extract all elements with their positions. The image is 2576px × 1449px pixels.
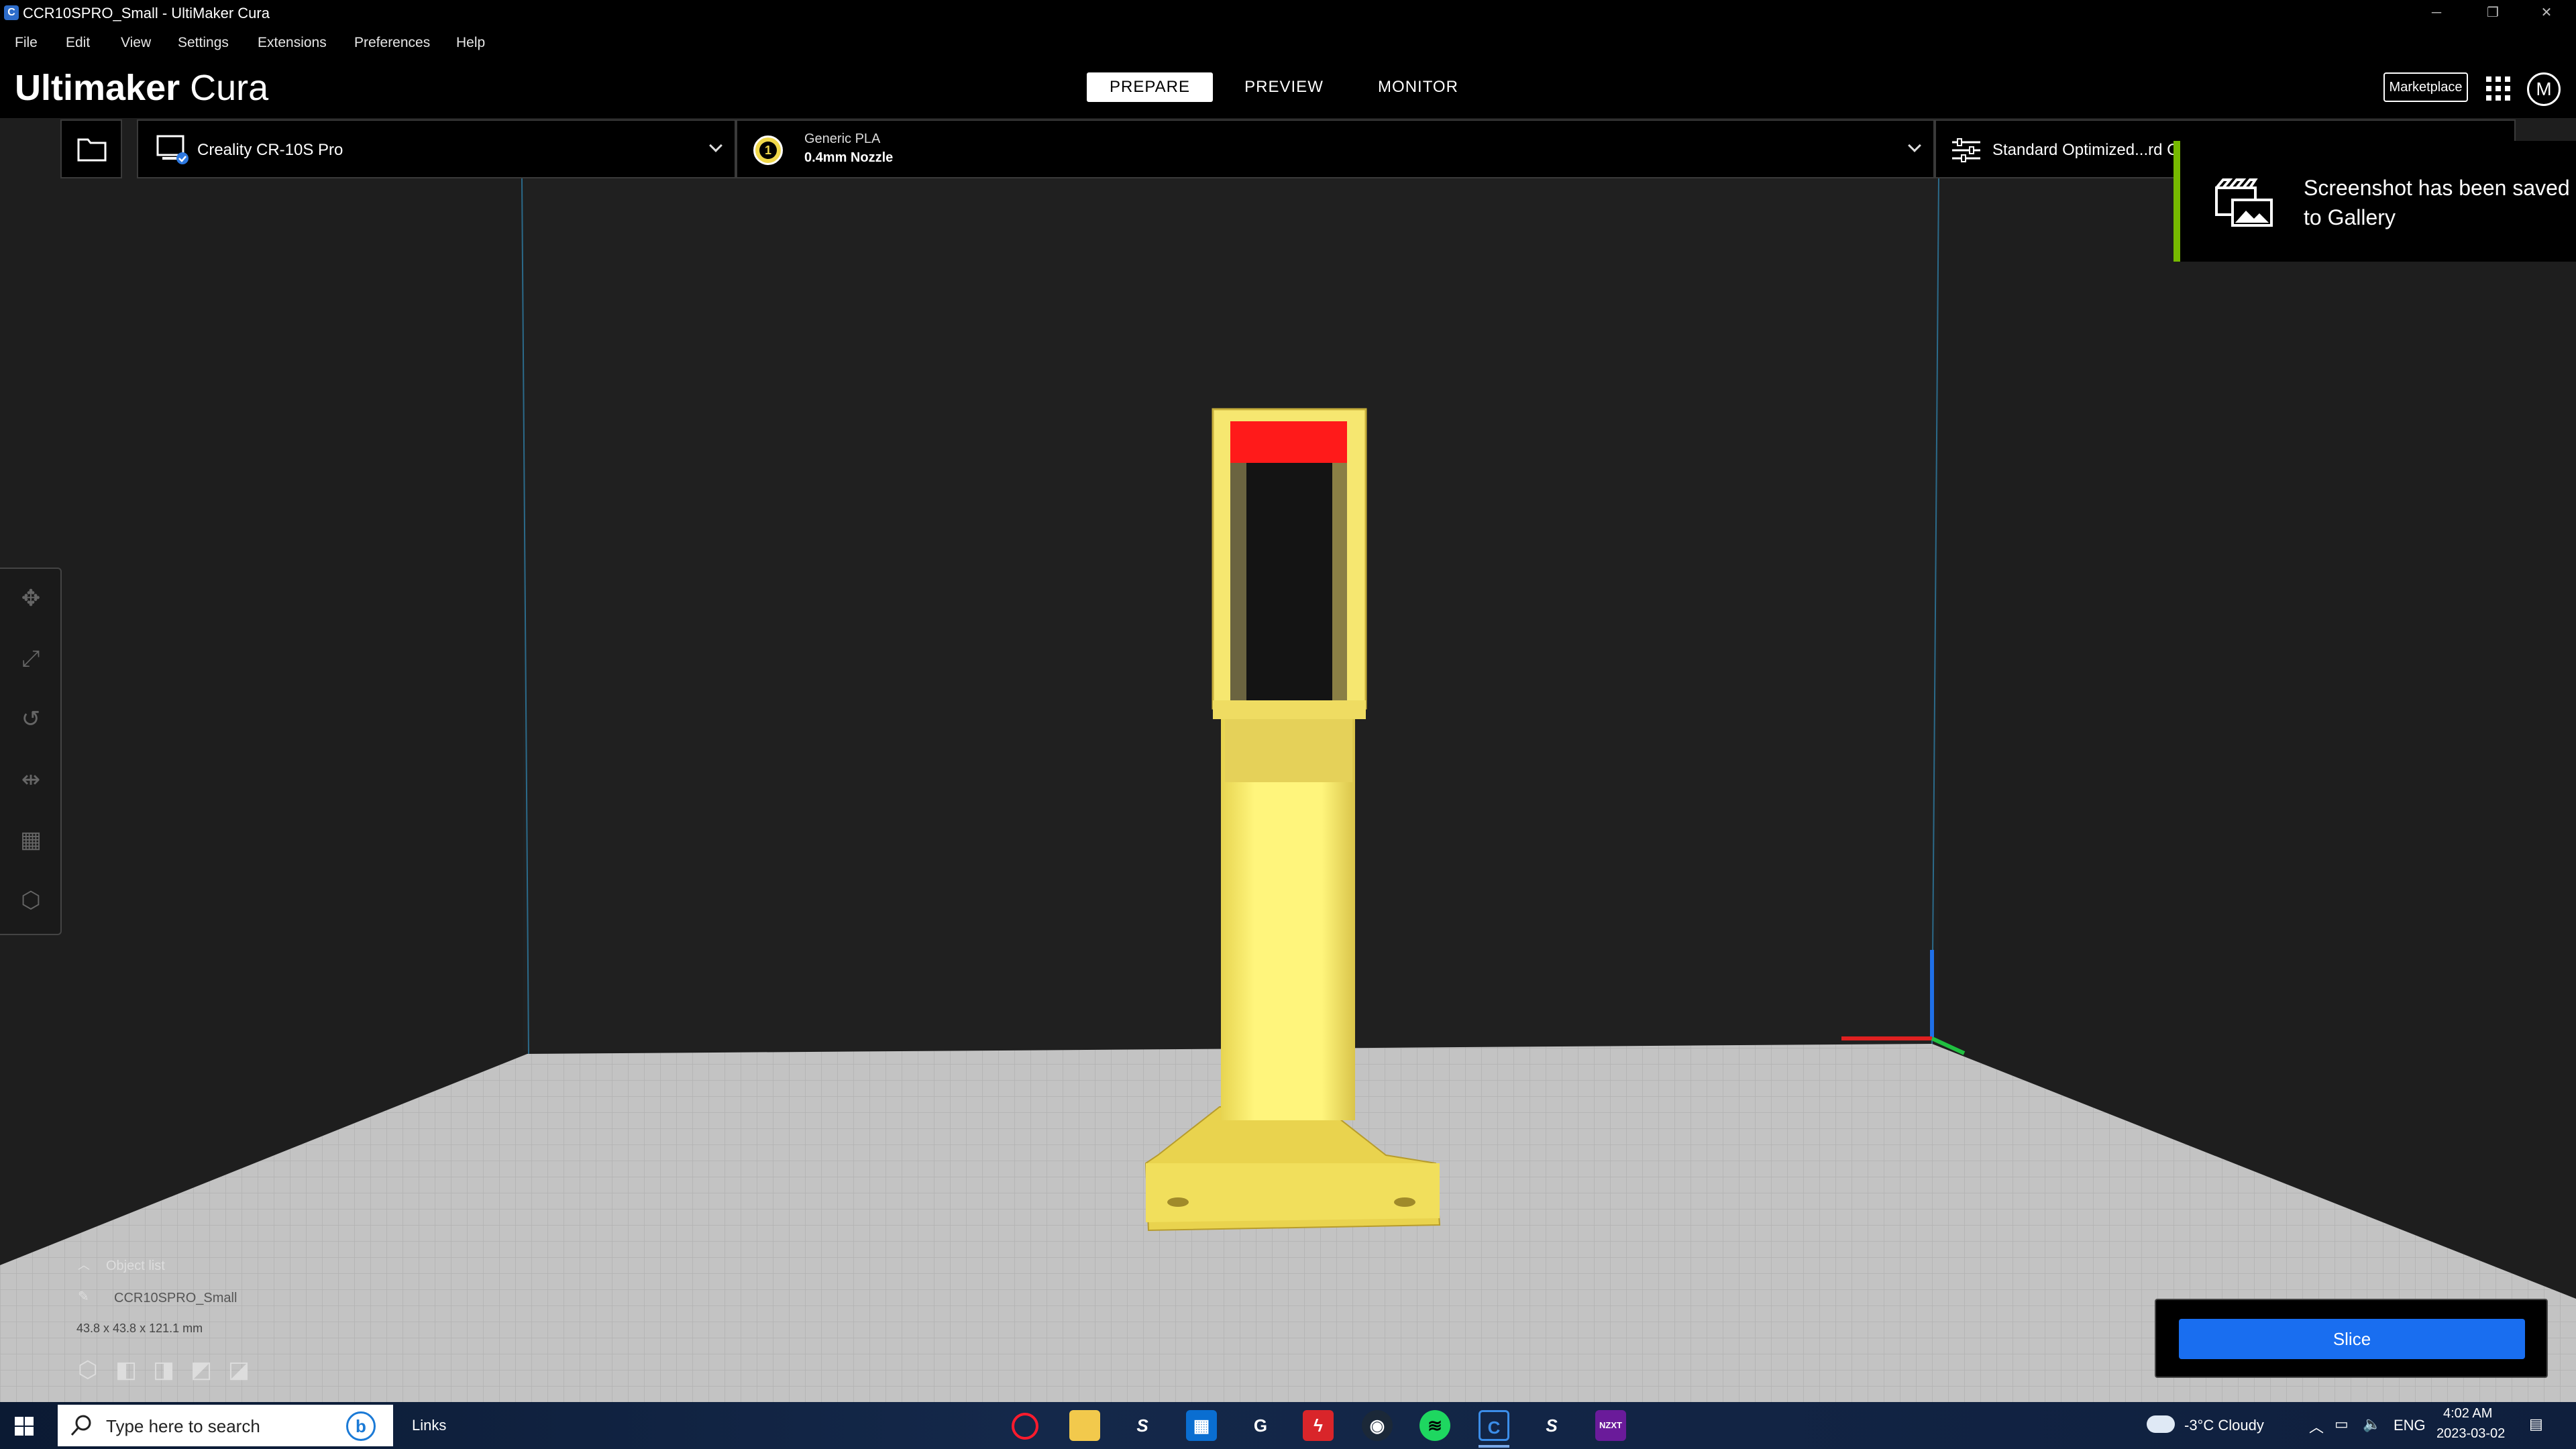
move-tool-icon[interactable]: ✥ xyxy=(17,585,44,612)
brand-logo: Ultimaker Cura xyxy=(15,68,269,108)
gallery-icon xyxy=(2215,178,2273,227)
screenshot-notification[interactable]: Screenshot has been saved to Gallery xyxy=(2174,141,2576,262)
3d-view-icon[interactable]: ⬡ xyxy=(78,1356,98,1383)
open-file-button[interactable] xyxy=(60,119,122,178)
taskbar-search-box[interactable]: Type here to search b xyxy=(58,1405,393,1446)
machine-name: Creality CR-10S Pro xyxy=(197,141,343,159)
build-volume xyxy=(0,178,2576,1402)
clock-time[interactable]: 4:02 AM xyxy=(2443,1406,2492,1421)
object-name: CCR10SPRO_Small xyxy=(114,1291,237,1305)
material-chevron-down-icon xyxy=(1908,139,1921,152)
menu-bar: File Edit View Settings Extensions Prefe… xyxy=(0,27,2576,58)
menu-settings[interactable]: Settings xyxy=(178,34,229,52)
top-view-icon[interactable]: ◨ xyxy=(153,1356,174,1383)
nzxt-icon[interactable]: NZXT xyxy=(1595,1410,1626,1441)
per-model-settings-icon[interactable]: ▦ xyxy=(17,826,44,853)
object-list-panel: ︿ Object list ✎ CCR10SPRO_Small 43.8 x 4… xyxy=(74,1254,342,1389)
folder-icon xyxy=(77,138,107,162)
object-list-toggle[interactable]: Object list xyxy=(106,1258,165,1274)
minimize-button[interactable]: ─ xyxy=(2423,3,2450,23)
restore-button[interactable]: ❐ xyxy=(2479,3,2506,23)
notification-message: Screenshot has been saved to Gallery xyxy=(2304,176,2570,229)
settings-sliders-icon xyxy=(1952,138,1980,162)
printer-icon xyxy=(156,135,189,164)
menu-view[interactable]: View xyxy=(121,34,151,52)
volume-icon[interactable]: 🔈 xyxy=(2363,1415,2381,1433)
weather-text[interactable]: -3°C Cloudy xyxy=(2184,1417,2264,1434)
flash-icon[interactable]: ϟ xyxy=(1303,1410,1334,1441)
nozzle-size: 0.4mm Nozzle xyxy=(804,150,894,165)
material-name: Generic PLA xyxy=(804,131,881,146)
window-title: CCR10SPRO_Small - UltiMaker Cura xyxy=(23,5,270,21)
marketplace-button[interactable]: Marketplace xyxy=(2383,72,2468,102)
tab-preview[interactable]: PREVIEW xyxy=(1221,72,1347,102)
tab-monitor[interactable]: MONITOR xyxy=(1355,72,1481,102)
tool-panel: ✥ ⤢ ↺ ⇹ ▦ ⬡ xyxy=(0,568,62,935)
front-view-icon[interactable]: ◧ xyxy=(115,1356,137,1383)
clock-date[interactable]: 2023-03-02 xyxy=(2436,1426,2505,1442)
menu-extensions[interactable]: Extensions xyxy=(258,34,327,52)
tab-prepare[interactable]: PREPARE xyxy=(1087,72,1213,102)
cura-app-icon: C xyxy=(4,5,19,20)
windows-start-icon[interactable] xyxy=(15,1417,34,1436)
file-explorer-icon[interactable] xyxy=(1069,1410,1100,1441)
logitech-icon[interactable]: G xyxy=(1245,1410,1276,1441)
bing-icon[interactable]: b xyxy=(346,1411,376,1441)
rotate-tool-icon[interactable]: ↺ xyxy=(17,706,44,733)
material-selector[interactable]: 1 Generic PLA 0.4mm Nozzle xyxy=(736,119,1935,178)
machine-chevron-down-icon xyxy=(709,139,722,152)
profile-name: Standard Optimized...rd C xyxy=(1992,141,2179,159)
search-placeholder: Type here to search xyxy=(106,1416,260,1436)
chevron-up-icon[interactable]: ︿ xyxy=(78,1256,90,1273)
menu-file[interactable]: File xyxy=(15,34,38,52)
stacksocial-2-icon[interactable]: S xyxy=(1536,1410,1567,1441)
taskbar: Type here to search b Links S ▦ G ϟ ◉ ≋ … xyxy=(0,1402,2576,1449)
pencil-icon[interactable]: ✎ xyxy=(78,1288,89,1305)
apps-grid-icon[interactable] xyxy=(2486,76,2510,101)
machine-selector[interactable]: Creality CR-10S Pro xyxy=(137,119,736,178)
mirror-tool-icon[interactable]: ⇹ xyxy=(17,766,44,793)
left-view-icon[interactable]: ◩ xyxy=(191,1356,212,1383)
active-app-indicator xyxy=(1479,1445,1509,1448)
menu-preferences[interactable]: Preferences xyxy=(354,34,430,52)
title-bar: C CCR10SPRO_Small - UltiMaker Cura ─ ❐ ✕ xyxy=(0,0,2576,27)
menu-edit[interactable]: Edit xyxy=(66,34,90,52)
object-dimensions: 43.8 x 43.8 x 121.1 mm xyxy=(76,1322,203,1335)
cloud-icon xyxy=(2147,1415,2175,1433)
right-view-icon[interactable]: ◪ xyxy=(228,1356,250,1383)
account-avatar[interactable]: M xyxy=(2527,72,2561,106)
support-blocker-icon[interactable]: ⬡ xyxy=(17,887,44,914)
scale-tool-icon[interactable]: ⤢ xyxy=(17,645,44,672)
links-toolbar[interactable]: Links xyxy=(412,1417,446,1434)
spotify-icon[interactable]: ≋ xyxy=(1419,1410,1450,1441)
overhang-highlight xyxy=(1230,421,1347,463)
steam-icon[interactable]: ◉ xyxy=(1362,1410,1393,1441)
notification-center-icon[interactable]: ▤ xyxy=(2529,1415,2543,1433)
extruder-badge-icon: 1 xyxy=(753,136,783,165)
network-icon[interactable]: ▭ xyxy=(2334,1415,2349,1433)
app-header: Ultimaker Cura PREPARE PREVIEW MONITOR M… xyxy=(0,58,2576,118)
stacksocial-icon[interactable]: S xyxy=(1127,1410,1158,1441)
close-button[interactable]: ✕ xyxy=(2533,3,2560,23)
opera-icon[interactable] xyxy=(1012,1413,1038,1440)
cura-window: C CCR10SPRO_Small - UltiMaker Cura ─ ❐ ✕… xyxy=(0,0,2576,1449)
language-indicator[interactable]: ENG xyxy=(2394,1417,2426,1434)
cura-taskbar-icon[interactable]: C xyxy=(1479,1410,1509,1441)
slice-button[interactable]: Slice xyxy=(2179,1319,2525,1359)
chevron-up-tray-icon[interactable]: ︿ xyxy=(2309,1415,2324,1437)
view-buttons: ⬡ ◧ ◨ ◩ ◪ xyxy=(78,1356,259,1386)
search-icon xyxy=(70,1415,91,1436)
store-icon[interactable]: ▦ xyxy=(1186,1410,1217,1441)
action-panel: Slice xyxy=(2155,1299,2548,1378)
3d-viewport[interactable]: ✥ ⤢ ↺ ⇹ ▦ ⬡ xyxy=(0,178,2576,1402)
menu-help[interactable]: Help xyxy=(456,34,485,52)
